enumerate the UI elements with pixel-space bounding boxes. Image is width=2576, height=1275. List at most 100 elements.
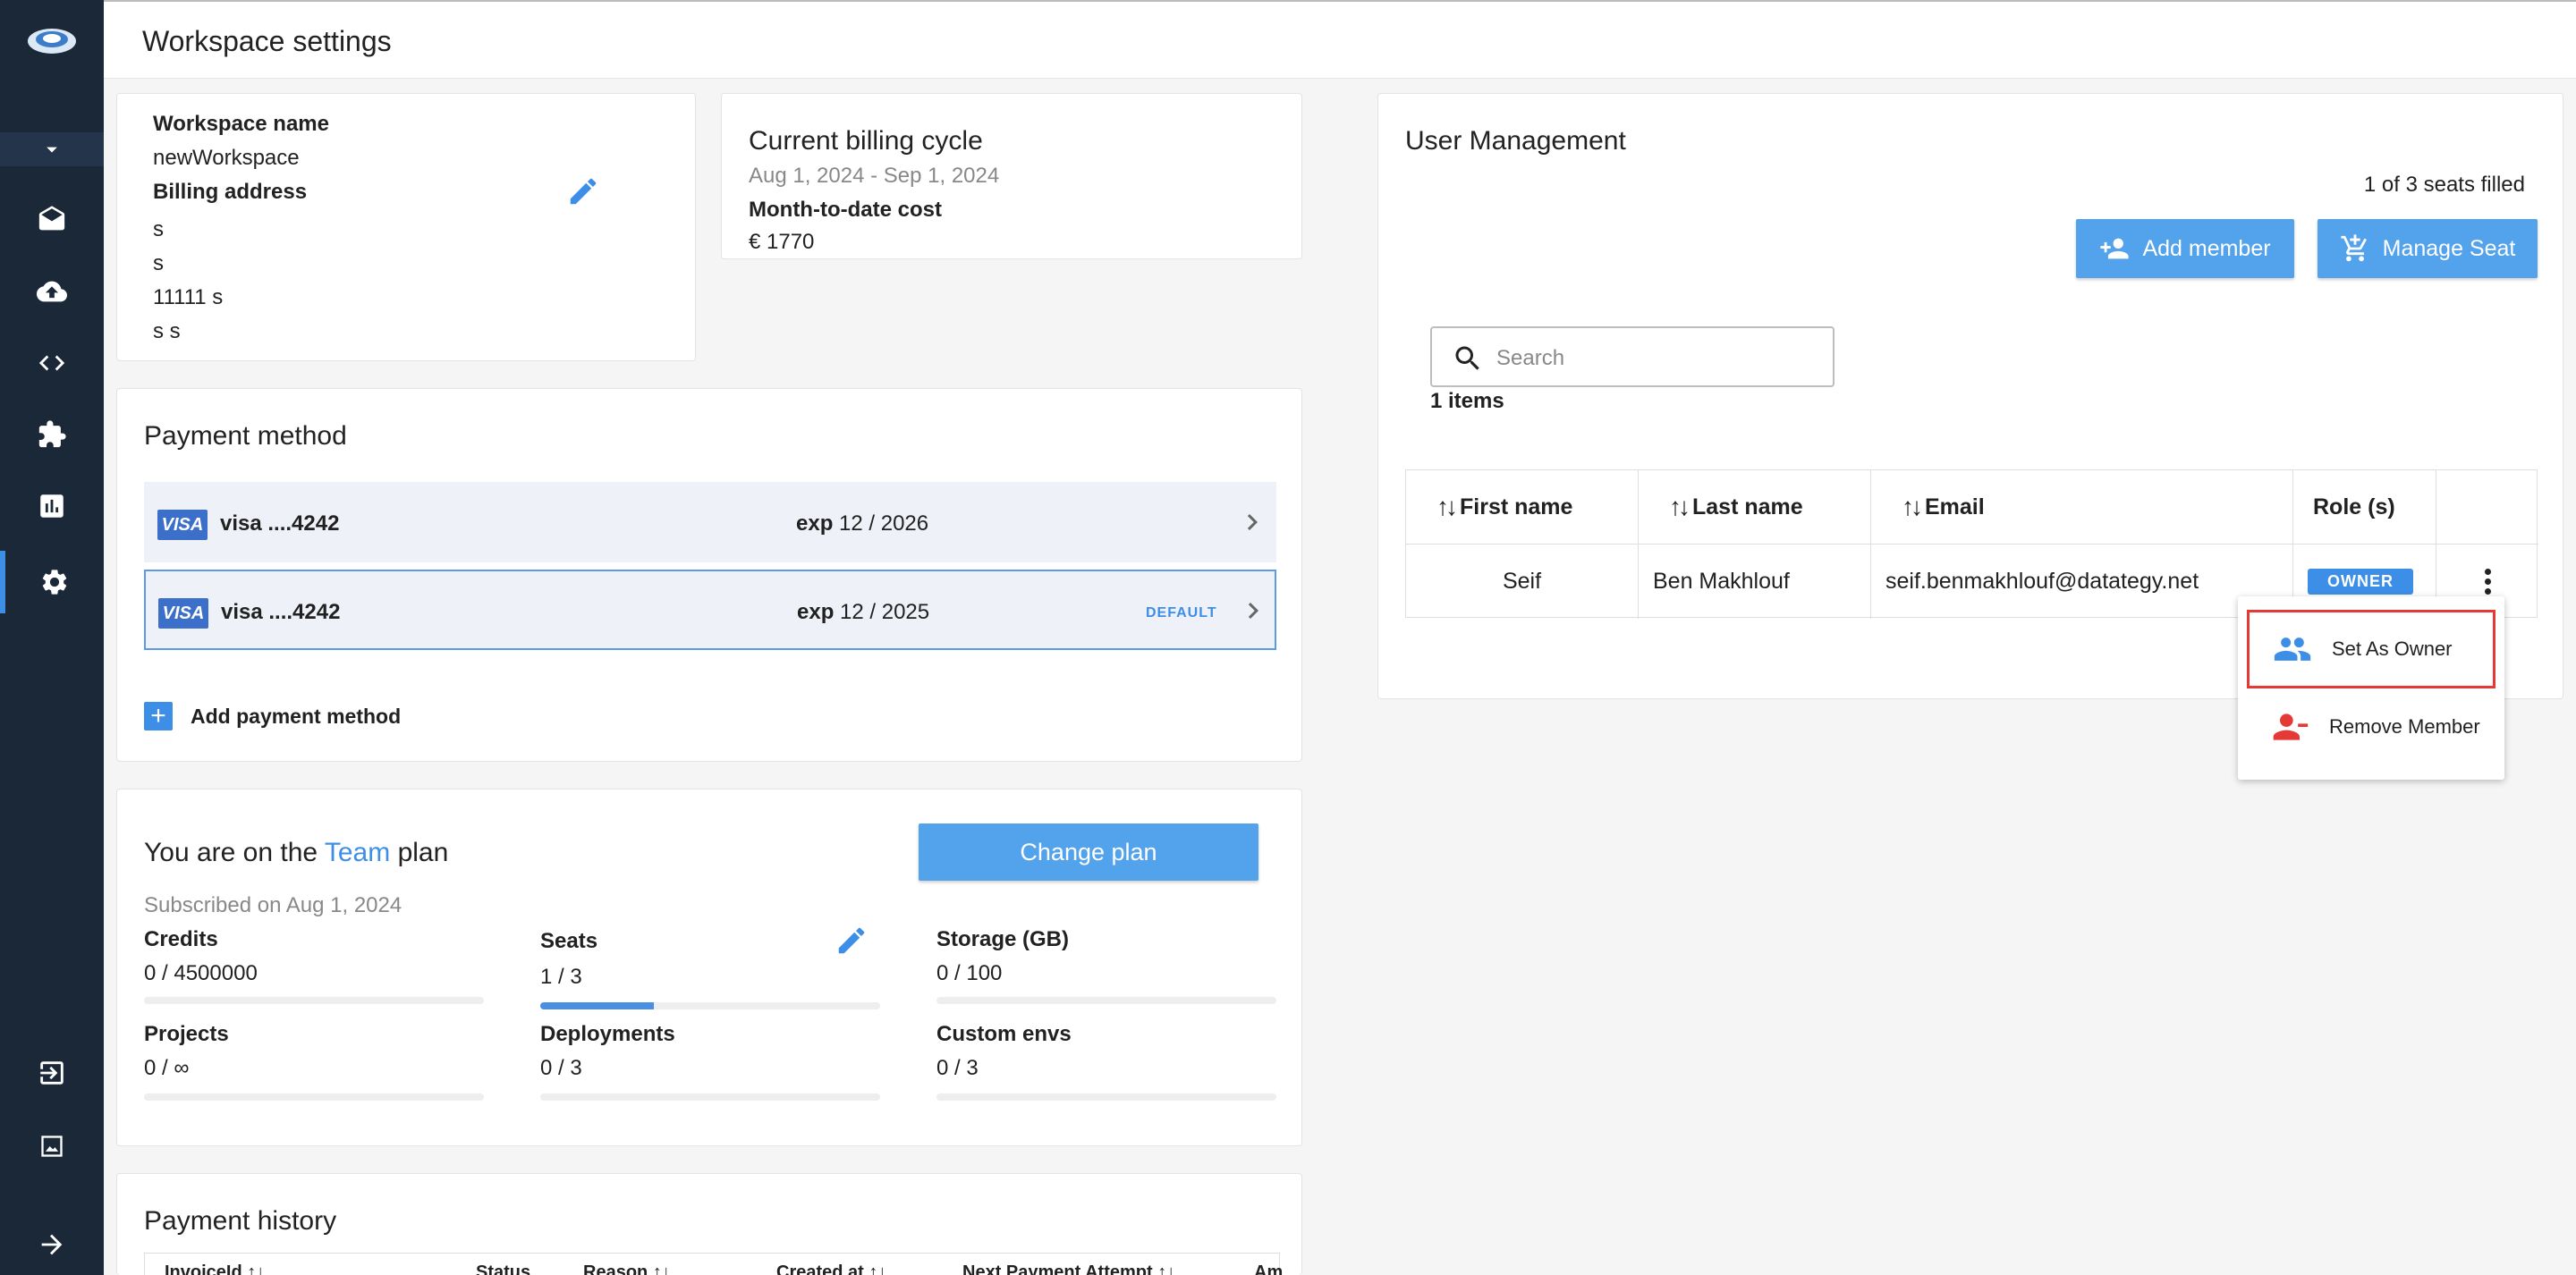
sidebar-item-logout[interactable]: [0, 1046, 104, 1100]
column-header-actions: [2436, 470, 2538, 544]
column-header[interactable]: Reason ↑↓: [583, 1262, 671, 1275]
sidebar-item-analytics[interactable]: [0, 479, 104, 533]
sidebar-item-code[interactable]: [0, 336, 104, 390]
sort-icon: ↑↓: [1902, 493, 1923, 520]
projects-bar: [144, 1093, 484, 1101]
items-count: 1 items: [1430, 389, 1504, 413]
sidebar-item-upload[interactable]: [0, 265, 104, 318]
menu-item-set-as-owner[interactable]: Set As Owner: [2247, 610, 2496, 688]
storage-bar: [936, 997, 1276, 1004]
deployments-value: 0 / 3: [540, 1056, 582, 1080]
gear-icon: [42, 570, 67, 595]
cell-first-name: Seif: [1406, 544, 1639, 619]
add-payment-method-button[interactable]: + Add payment method: [144, 702, 401, 730]
column-header[interactable]: Next Payment Attempt ↑↓: [962, 1262, 1175, 1275]
column-header-first-name[interactable]: ↑↓ First name: [1406, 470, 1639, 544]
credits-label: Credits: [144, 927, 218, 951]
credits-value: 0 / 4500000: [144, 961, 258, 985]
plan-card: You are on the Team plan Change plan Sub…: [116, 789, 1302, 1146]
sidebar-item-inbox[interactable]: [0, 193, 104, 247]
workspace-dropdown[interactable]: [0, 132, 104, 166]
change-plan-button[interactable]: Change plan: [919, 823, 1258, 881]
cost-value: € 1770: [749, 230, 815, 254]
puzzle-icon: [38, 420, 66, 448]
page-title: Workspace settings: [142, 25, 392, 57]
address-line: s s: [153, 319, 181, 343]
payment-card-row[interactable]: VISA visa ....4242 exp 12 / 2025 DEFAULT: [144, 570, 1276, 650]
column-header[interactable]: Created at ↑↓: [776, 1262, 886, 1275]
billing-address-label: Billing address: [153, 180, 308, 204]
cost-label: Month-to-date cost: [749, 198, 942, 222]
search-placeholder: Search: [1496, 346, 1565, 370]
sort-icon: ↑↓: [1669, 493, 1690, 520]
seats-filled-text: 1 of 3 seats filled: [2363, 173, 2525, 197]
add-member-button[interactable]: Add member: [2076, 219, 2294, 278]
billing-period: Aug 1, 2024 - Sep 1, 2024: [749, 164, 1000, 188]
pencil-icon: [838, 927, 865, 954]
card-expiry: exp 12 / 2026: [796, 511, 929, 536]
plan-name: Team: [324, 838, 391, 867]
chevron-right-icon: [1236, 506, 1268, 538]
sidebar: [0, 0, 104, 1275]
cloud-upload-icon: [37, 281, 67, 302]
workspace-name-label: Workspace name: [153, 112, 329, 136]
address-line: 11111 s: [153, 285, 224, 309]
column-header[interactable]: InvoiceId ↑↓: [165, 1262, 265, 1275]
drafts-icon: [38, 206, 65, 231]
row-actions-menu: Set As Owner Remove Member: [2238, 596, 2504, 780]
menu-item-label: Remove Member: [2329, 715, 2480, 738]
edit-workspace-button[interactable]: [566, 174, 600, 213]
group-icon: [2274, 638, 2311, 661]
manage-seat-button[interactable]: Manage Seat: [2318, 219, 2538, 278]
credits-bar: [144, 997, 484, 1004]
seats-label: Seats: [540, 929, 598, 953]
broken-image-icon: [41, 1136, 63, 1157]
plus-icon: +: [144, 702, 173, 730]
payment-history-card: Payment history InvoiceId ↑↓ Status Reas…: [116, 1173, 1302, 1275]
menu-item-remove-member[interactable]: Remove Member: [2247, 688, 2496, 766]
menu-item-label: Set As Owner: [2332, 638, 2453, 660]
seats-value: 1 / 3: [540, 965, 582, 989]
sort-icon: ↑↓: [1436, 493, 1458, 520]
storage-value: 0 / 100: [936, 961, 1003, 985]
column-header: Status: [476, 1262, 531, 1275]
cell-email: seif.benmakhlouf@datategy.net: [1871, 544, 2293, 619]
deployments-label: Deployments: [540, 1022, 675, 1046]
search-input[interactable]: Search: [1430, 326, 1835, 387]
pencil-icon: [570, 178, 597, 205]
plan-heading: You are on the Team plan: [144, 838, 449, 867]
column-header-email[interactable]: ↑↓ Email: [1871, 470, 2293, 544]
exit-icon: [40, 1061, 64, 1085]
billing-cycle-title: Current billing cycle: [749, 126, 983, 156]
add-payment-method-label: Add payment method: [191, 704, 402, 728]
seats-bar: [540, 1002, 880, 1009]
arrow-right-icon: [41, 1234, 63, 1255]
workspace-name: newWorkspace: [153, 146, 300, 170]
sidebar-item-extensions[interactable]: [0, 408, 104, 461]
payment-method-title: Payment method: [144, 421, 347, 451]
column-header-role: Role (s): [2293, 470, 2436, 544]
projects-value: 0 / ∞: [144, 1056, 190, 1080]
cell-last-name: Ben Makhlouf: [1639, 544, 1871, 619]
column-header: Am: [1254, 1262, 1284, 1275]
payment-card-row[interactable]: VISA visa ....4242 exp 12 / 2026: [144, 482, 1276, 562]
edit-seats-button[interactable]: [835, 924, 869, 962]
top-bar: Workspace settings: [104, 0, 2576, 79]
custom-envs-value: 0 / 3: [936, 1056, 979, 1080]
person-remove-icon: [2273, 713, 2309, 740]
column-header-last-name[interactable]: ↑↓ Last name: [1639, 470, 1871, 544]
custom-envs-label: Custom envs: [936, 1022, 1072, 1046]
address-line: s: [153, 251, 164, 275]
chevron-right-icon: [1237, 595, 1269, 627]
app-logo[interactable]: [25, 20, 79, 61]
user-avatar[interactable]: [0, 1119, 104, 1173]
caret-down-icon: [47, 147, 57, 153]
sidebar-expand[interactable]: [0, 1218, 104, 1271]
sidebar-item-settings[interactable]: [0, 551, 104, 613]
address-line: s: [153, 217, 164, 241]
person-add-icon: [2100, 238, 2130, 259]
card-number: visa ....4242: [220, 511, 340, 536]
owner-badge: OWNER: [2308, 569, 2413, 595]
payment-history-title: Payment history: [144, 1206, 337, 1236]
card-number: visa ....4242: [221, 600, 341, 624]
